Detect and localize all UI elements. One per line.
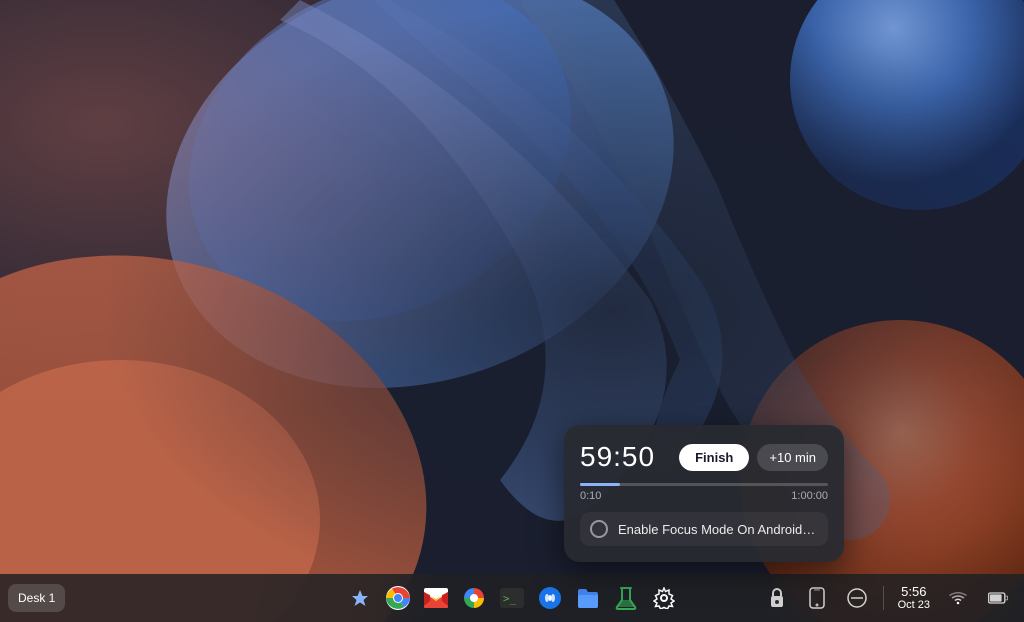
taskbar-right: 5:56 Oct 23 (759, 580, 1016, 616)
desk-button[interactable]: Desk 1 (8, 584, 65, 612)
focus-radio-button[interactable] (590, 520, 608, 538)
focus-mode-item[interactable]: Enable Focus Mode On Android and Wind... (580, 512, 828, 546)
wallpaper (0, 0, 1024, 622)
gmail-app-icon[interactable] (418, 580, 454, 616)
wifi-tray-icon[interactable] (940, 580, 976, 616)
progress-bar-fill (580, 483, 620, 486)
taskbar: Desk 1 (0, 574, 1024, 622)
timer-display: 59:50 (580, 441, 655, 473)
screenlock-tray-button[interactable] (759, 580, 795, 616)
time-display: 5:56 (901, 584, 926, 600)
svg-text:>_: >_ (503, 592, 517, 605)
chrome-app-icon[interactable] (380, 580, 416, 616)
taskbar-left: Desk 1 (8, 584, 65, 612)
timer-popup: 59:50 Finish +10 min 0:10 1:00:00 Enable… (564, 425, 844, 562)
settings-app-icon[interactable] (646, 580, 682, 616)
time-date-area[interactable]: 5:56 Oct 23 (892, 582, 936, 615)
status-divider (883, 586, 884, 610)
progress-start-label: 0:10 (580, 490, 601, 502)
focus-mode-label: Enable Focus Mode On Android and Wind... (618, 522, 818, 537)
date-display: Oct 23 (898, 599, 930, 612)
testlab-app-icon[interactable] (608, 580, 644, 616)
files-app-icon[interactable] (570, 580, 606, 616)
progress-end-label: 1:00:00 (791, 490, 828, 502)
terminal-app-icon[interactable]: >_ (494, 580, 530, 616)
progress-bar-background (580, 483, 828, 486)
launcher-icon[interactable] (342, 580, 378, 616)
audio-app-icon[interactable] (532, 580, 568, 616)
phone-tray-button[interactable] (799, 580, 835, 616)
donotdisturb-tray-button[interactable] (839, 580, 875, 616)
battery-tray-icon[interactable] (980, 580, 1016, 616)
add-time-button[interactable]: +10 min (757, 444, 828, 471)
finish-button[interactable]: Finish (679, 444, 749, 471)
taskbar-apps: >_ (342, 580, 682, 616)
photos-app-icon[interactable] (456, 580, 492, 616)
